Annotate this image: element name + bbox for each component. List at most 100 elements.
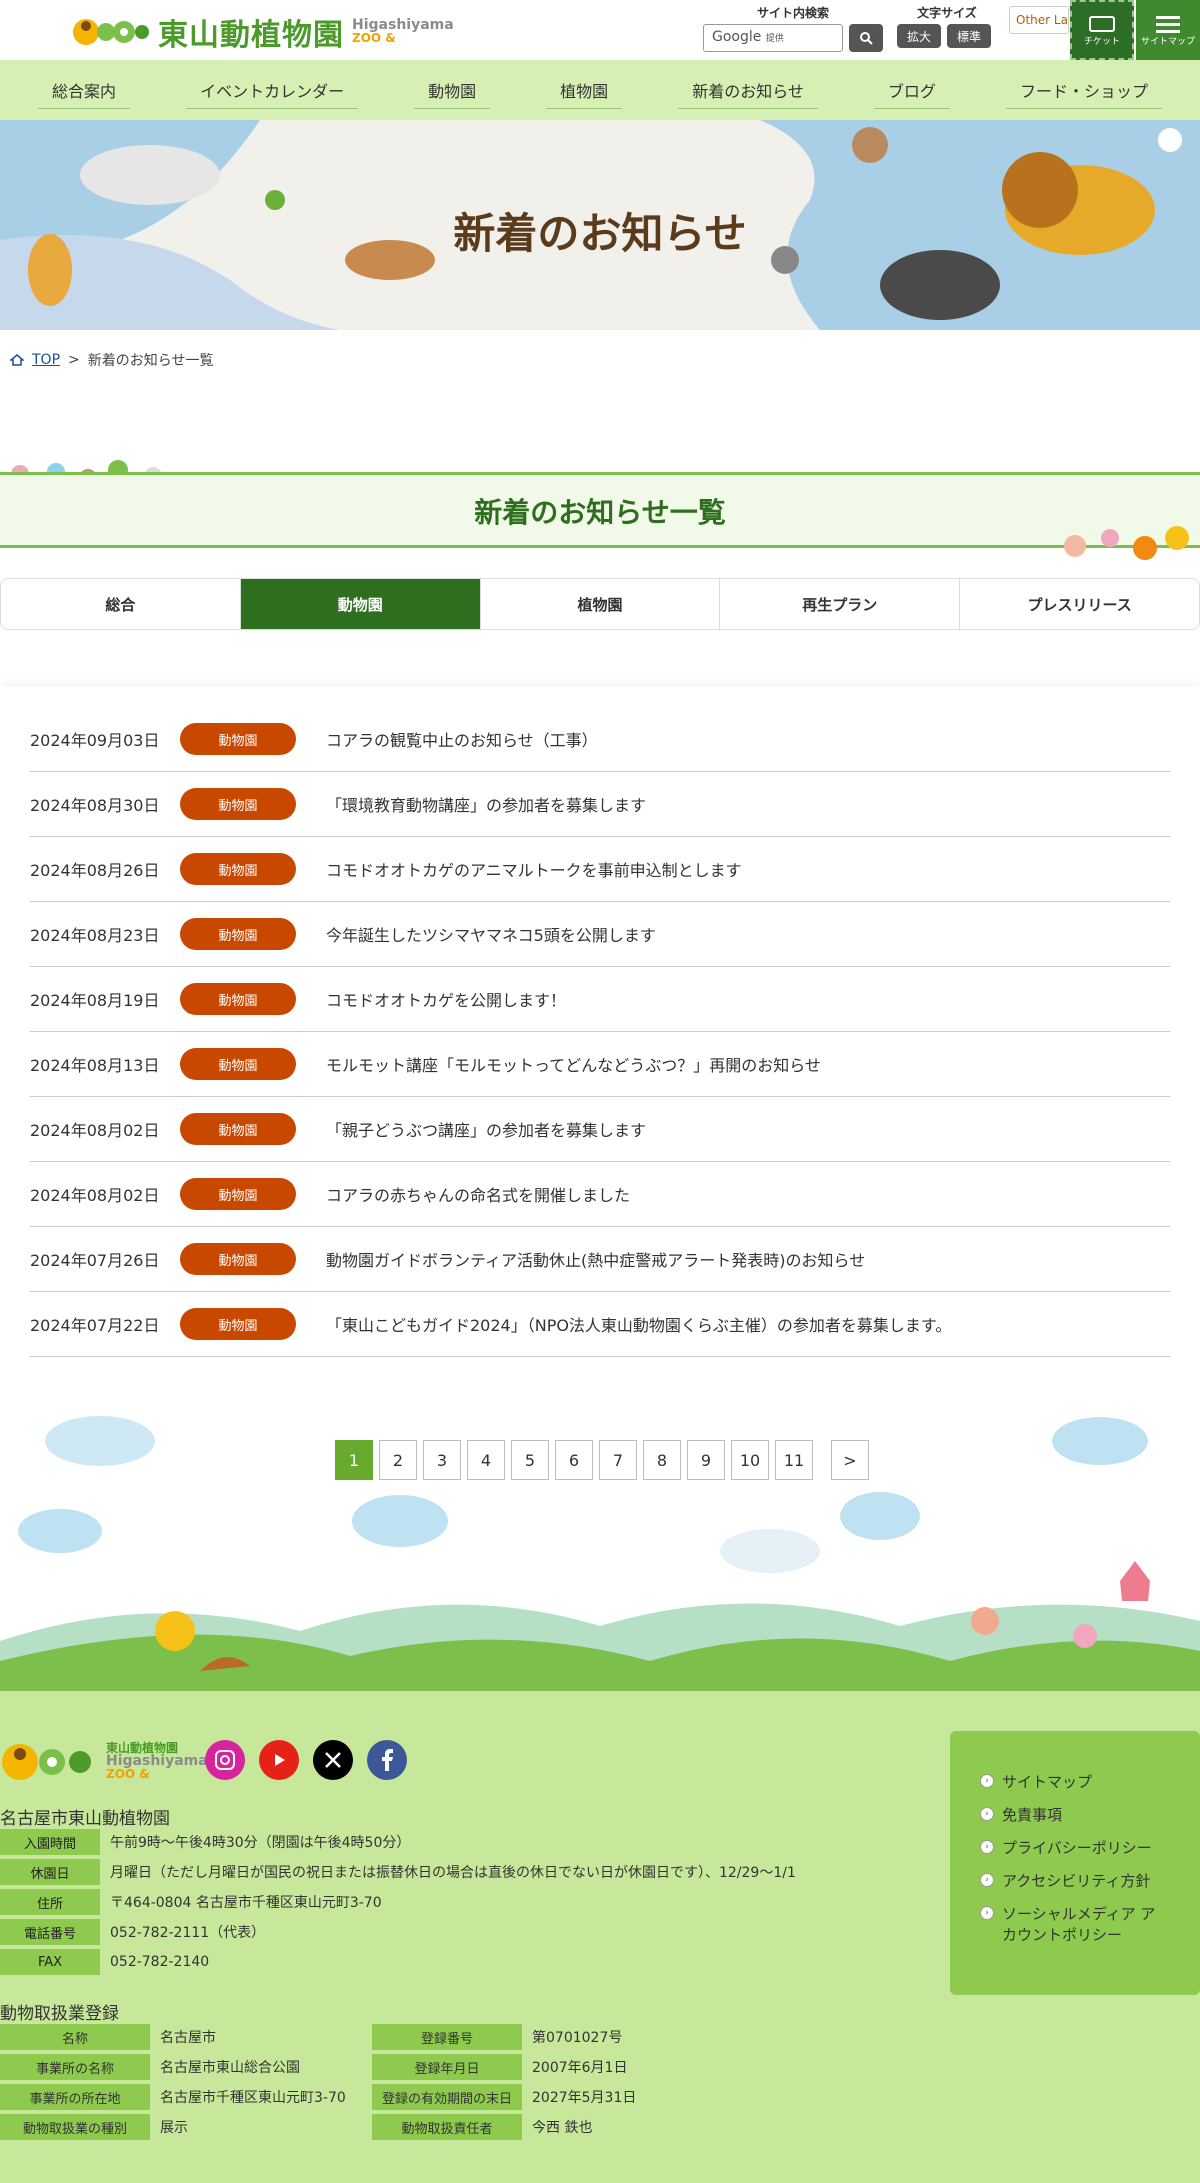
news-title-link[interactable]: 動物園ガイドボランティア活動休止(熱中症警戒アラート発表時)のお知らせ bbox=[326, 1247, 865, 1271]
footer-info: 入園時間 午前9時～午後4時30分（閉園は午後4時50分） 休園日 月曜日（ただし月… bbox=[0, 1829, 796, 1979]
news-title-link[interactable]: 「東山こどもガイド2024」（NPO法人東山動物園くらぶ主催）の参加者を募集しま… bbox=[326, 1312, 951, 1336]
facebook-icon[interactable] bbox=[367, 1740, 407, 1780]
site-search: サイト内検索 Google 提供 bbox=[703, 4, 883, 52]
gnav-blog[interactable]: ブログ bbox=[873, 72, 950, 109]
page-8-button[interactable]: 8 bbox=[643, 1440, 681, 1480]
news-item[interactable]: 2024年08月02日 動物園 コアラの赤ちゃんの命名式を開催しました bbox=[30, 1162, 1170, 1227]
footer-link-privacy[interactable]: › プライバシーポリシー bbox=[980, 1837, 1170, 1858]
news-item[interactable]: 2024年08月23日 動物園 今年誕生したツシマヤマネコ5頭を公開します bbox=[30, 902, 1170, 967]
search-input[interactable]: Google 提供 bbox=[703, 24, 843, 52]
ticket-label: チケット bbox=[1083, 36, 1120, 47]
page-5-button[interactable]: 5 bbox=[511, 1440, 549, 1480]
gnav-event-calendar[interactable]: イベントカレンダー bbox=[186, 72, 359, 109]
tab-press-release[interactable]: プレスリリース bbox=[960, 579, 1199, 629]
page-1-button[interactable]: 1 bbox=[335, 1440, 373, 1480]
footer-links: › サイトマップ › 免責事項 › プライバシーポリシー › アクセシビリティ方針 › ソ… bbox=[950, 1731, 1200, 1995]
font-normal-button[interactable]: 標準 bbox=[947, 24, 991, 48]
news-item[interactable]: 2024年08月19日 動物園 コモドオオトカゲを公開します！ bbox=[30, 967, 1170, 1032]
page-11-button[interactable]: 11 bbox=[775, 1440, 813, 1480]
news-category-badge: 動物園 bbox=[180, 788, 296, 820]
page-7-button[interactable]: 7 bbox=[599, 1440, 637, 1480]
news-item[interactable]: 2024年08月30日 動物園 「環境教育動物講座」の参加者を募集します bbox=[30, 772, 1170, 837]
footer-link-disclaimer[interactable]: › 免責事項 bbox=[980, 1804, 1170, 1825]
font-large-button[interactable]: 拡大 bbox=[897, 24, 941, 48]
news-category-badge: 動物園 bbox=[180, 983, 296, 1015]
breadcrumb-home-link[interactable]: TOP bbox=[32, 352, 60, 368]
hero-banner: 新着のお知らせ bbox=[0, 120, 1200, 330]
global-nav: 総合案内 イベントカレンダー 動物園 植物園 新着のお知らせ ブログ フード・シ… bbox=[0, 60, 1200, 120]
info-row-phone: 電話番号 052-782-2111（代表） bbox=[0, 1919, 796, 1945]
site-logo[interactable]: 東山動植物園 Higashiyama ZOO & bbox=[72, 10, 454, 54]
news-title-link[interactable]: コモドオオトカゲのアニマルトークを事前申込制とします bbox=[326, 857, 742, 881]
category-tabs: 総合 動物園 植物園 再生プラン プレスリリース bbox=[0, 578, 1200, 630]
footer-org-name: 名古屋市東山動植物園 bbox=[0, 1809, 170, 1829]
news-title-link[interactable]: 今年誕生したツシマヤマネコ5頭を公開します bbox=[326, 922, 656, 946]
news-date: 2024年08月26日 bbox=[30, 861, 160, 880]
news-date: 2024年08月23日 bbox=[30, 926, 160, 945]
news-date: 2024年08月30日 bbox=[30, 796, 160, 815]
gnav-food-shop[interactable]: フード・ショップ bbox=[1005, 72, 1162, 109]
news-title-link[interactable]: コアラの観覧中止のお知らせ（工事） bbox=[326, 727, 598, 751]
page-9-button[interactable]: 9 bbox=[687, 1440, 725, 1480]
tab-zoo[interactable]: 動物園 bbox=[240, 579, 481, 629]
footer-link-sitemap[interactable]: › サイトマップ bbox=[980, 1771, 1170, 1792]
info-row-hours: 入園時間 午前9時～午後4時30分（閉園は午後4時50分） bbox=[0, 1829, 796, 1855]
footer-logo-icon bbox=[2, 1744, 91, 1780]
search-icon bbox=[860, 32, 873, 45]
page-3-button[interactable]: 3 bbox=[423, 1440, 461, 1480]
footer-link-social-policy[interactable]: › ソーシャルメディア アカウントポリシー bbox=[980, 1903, 1170, 1945]
tab-botanical[interactable]: 植物園 bbox=[481, 579, 721, 629]
footer-logo-text: 東山動植物園 Higashiyama ZOO & bbox=[106, 1740, 208, 1781]
news-title-link[interactable]: モルモット講座「モルモットってどんなどうぶつ？」再開のお知らせ bbox=[326, 1052, 821, 1076]
gnav-news[interactable]: 新着のお知らせ bbox=[678, 72, 818, 109]
next-page-button[interactable]: > bbox=[831, 1440, 869, 1480]
sitemap-menu-button[interactable]: サイトマップ bbox=[1136, 0, 1200, 60]
news-item[interactable]: 2024年08月02日 動物園 「親子どうぶつ講座」の参加者を募集します bbox=[30, 1097, 1170, 1162]
page-6-button[interactable]: 6 bbox=[555, 1440, 593, 1480]
news-date: 2024年08月02日 bbox=[30, 1121, 160, 1140]
news-item[interactable]: 2024年08月13日 動物園 モルモット講座「モルモットってどんなどうぶつ？」… bbox=[30, 1032, 1170, 1097]
gnav-general[interactable]: 総合案内 bbox=[38, 72, 131, 109]
news-item[interactable]: 2024年07月26日 動物園 動物園ガイドボランティア活動休止(熱中症警戒アラ… bbox=[30, 1227, 1170, 1292]
page-10-button[interactable]: 10 bbox=[731, 1440, 769, 1480]
footer-logo[interactable]: 東山動植物園 Higashiyama ZOO & bbox=[0, 1736, 208, 1786]
font-size-control: 文字サイズ 拡大 標準 bbox=[897, 4, 997, 48]
tab-general[interactable]: 総合 bbox=[1, 579, 241, 629]
footer-link-accessibility[interactable]: › アクセシビリティ方針 bbox=[980, 1870, 1170, 1891]
news-item[interactable]: 2024年07月22日 動物園 「東山こどもガイド2024」（NPO法人東山動物… bbox=[30, 1292, 1170, 1357]
info-row-fax: FAX 052-782-2140 bbox=[0, 1949, 796, 1975]
registration-title: 動物取扱業登録 bbox=[0, 2004, 119, 2024]
youtube-icon[interactable] bbox=[259, 1740, 299, 1780]
news-title-link[interactable]: コモドオオトカゲを公開します！ bbox=[326, 987, 566, 1011]
site-footer: 東山動植物園 Higashiyama ZOO & 名古屋市東山動植物園 入園時間… bbox=[0, 1691, 1200, 2183]
social-links bbox=[205, 1740, 407, 1780]
search-button[interactable] bbox=[849, 24, 883, 52]
search-label: サイト内検索 bbox=[756, 6, 829, 20]
gnav-botanical[interactable]: 植物園 bbox=[546, 72, 623, 109]
chevron-right-icon: › bbox=[980, 1906, 994, 1920]
news-category-badge: 動物園 bbox=[180, 723, 296, 755]
page-4-button[interactable]: 4 bbox=[467, 1440, 505, 1480]
news-title-link[interactable]: 「親子どうぶつ講座」の参加者を募集します bbox=[326, 1117, 646, 1141]
news-category-badge: 動物園 bbox=[180, 1113, 296, 1145]
tab-regeneration-plan[interactable]: 再生プラン bbox=[720, 579, 961, 629]
logo-flower-icon bbox=[72, 12, 150, 52]
news-date: 2024年07月22日 bbox=[30, 1316, 160, 1335]
news-title-link[interactable]: コアラの赤ちゃんの命名式を開催しました bbox=[326, 1182, 630, 1206]
home-icon bbox=[10, 354, 24, 366]
gnav-zoo[interactable]: 動物園 bbox=[414, 72, 491, 109]
news-title-link[interactable]: 「環境教育動物講座」の参加者を募集します bbox=[326, 792, 646, 816]
sitemap-label: サイトマップ bbox=[1140, 36, 1195, 47]
breadcrumb: TOP > 新着のお知らせ一覧 bbox=[10, 350, 213, 370]
registration-table: 名称 名古屋市 登録番号 第0701027号 事業所の名称 名古屋市東山総合公園 登録年月… bbox=[0, 2024, 722, 2140]
news-category-badge: 動物園 bbox=[180, 1243, 296, 1275]
instagram-icon[interactable] bbox=[205, 1740, 245, 1780]
chevron-right-icon: › bbox=[980, 1807, 994, 1821]
x-icon[interactable] bbox=[313, 1740, 353, 1780]
ticket-button[interactable]: チケット bbox=[1070, 0, 1134, 60]
news-item[interactable]: 2024年09月03日 動物園 コアラの観覧中止のお知らせ（工事） bbox=[30, 707, 1170, 772]
news-item[interactable]: 2024年08月26日 動物園 コモドオオトカゲのアニマルトークを事前申込制とし… bbox=[30, 837, 1170, 902]
page-2-button[interactable]: 2 bbox=[379, 1440, 417, 1480]
language-select[interactable]: Other Languages bbox=[1009, 6, 1069, 34]
font-size-label: 文字サイズ bbox=[917, 6, 977, 20]
